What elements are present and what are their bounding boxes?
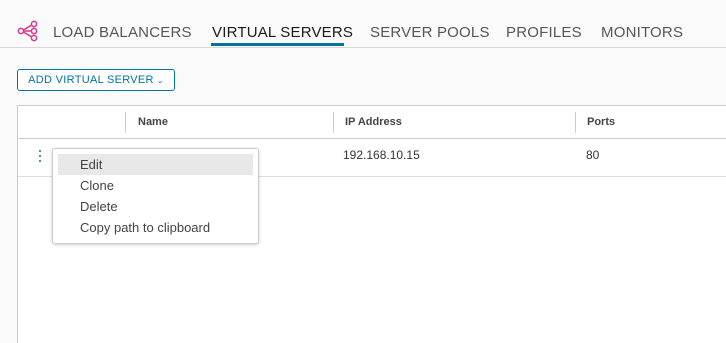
chevron-down-icon: ⌄ (156, 75, 164, 85)
tab-profiles[interactable]: PROFILES (506, 24, 582, 41)
active-tab-indicator (211, 43, 344, 46)
column-separator[interactable] (575, 112, 576, 133)
column-header-ip-address[interactable]: IP Address (345, 106, 402, 139)
add-virtual-server-button[interactable]: ADD VIRTUAL SERVER ⌄ (17, 69, 175, 91)
tab-bar: LOAD BALANCERS VIRTUAL SERVERS SERVER PO… (0, 0, 726, 48)
menu-item-copy-path[interactable]: Copy path to clipboard (58, 217, 253, 238)
tab-server-pools[interactable]: SERVER POOLS (370, 24, 490, 41)
grid-header: Name IP Address Ports (18, 106, 726, 139)
menu-item-delete[interactable]: Delete (58, 196, 253, 217)
add-virtual-server-label: ADD VIRTUAL SERVER (28, 74, 154, 86)
cell-ports: 80 (586, 148, 600, 162)
load-balancer-icon (17, 20, 38, 42)
column-separator[interactable] (125, 112, 126, 133)
cell-ip-address: 192.168.10.15 (343, 148, 420, 162)
row-context-menu: Edit Clone Delete Copy path to clipboard (52, 148, 259, 244)
column-header-ports[interactable]: Ports (587, 106, 615, 139)
menu-item-clone[interactable]: Clone (58, 175, 253, 196)
column-separator[interactable] (333, 112, 334, 133)
tab-monitors[interactable]: MONITORS (601, 24, 683, 41)
menu-item-edit[interactable]: Edit (58, 154, 253, 175)
tab-virtual-servers[interactable]: VIRTUAL SERVERS (212, 24, 353, 41)
column-header-name[interactable]: Name (138, 106, 168, 139)
row-actions-kebab-icon[interactable] (36, 148, 44, 164)
tab-load-balancers[interactable]: LOAD BALANCERS (53, 24, 192, 41)
